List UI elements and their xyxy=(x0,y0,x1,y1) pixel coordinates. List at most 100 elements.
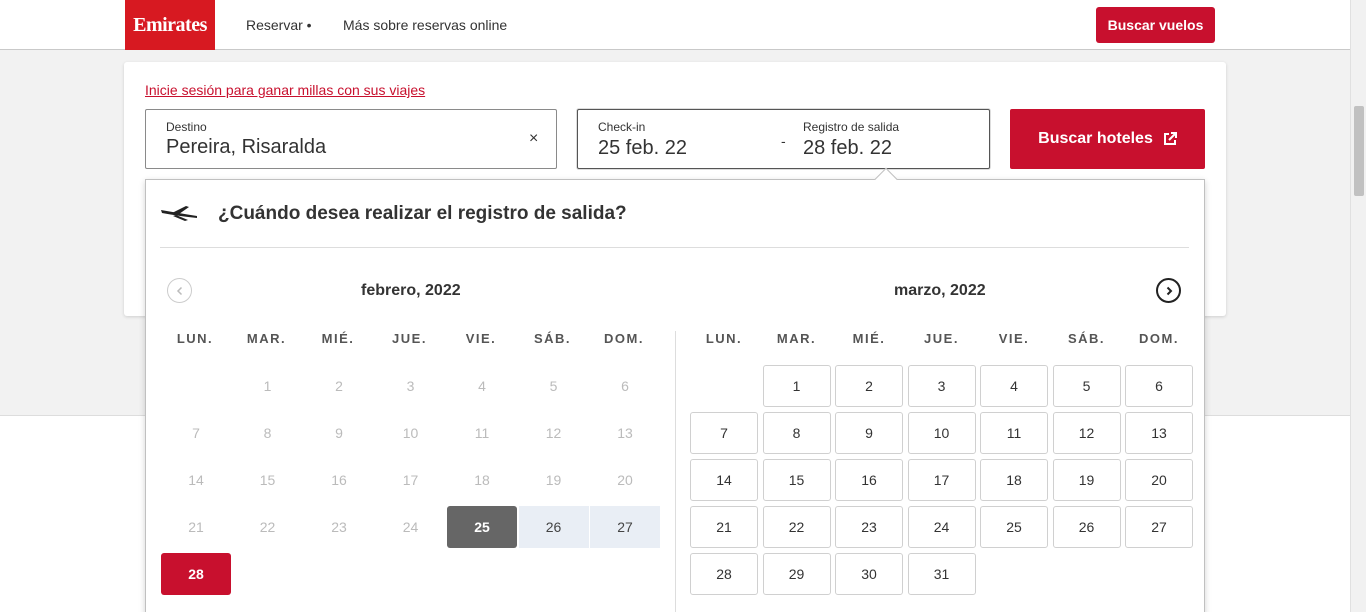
calendar-day-feb: 22 xyxy=(259,519,276,535)
calendar-day-feb[interactable]: 28 xyxy=(161,553,231,595)
checkin-value[interactable]: 25 feb. 22 xyxy=(598,137,687,160)
calendar-day-feb: 6 xyxy=(621,378,629,394)
destination-field[interactable]: Destino Pereira, Risaralda × xyxy=(145,109,557,169)
date-range-field[interactable]: Check-in 25 feb. 22 - Registro de salida… xyxy=(577,109,990,169)
weekday-label-feb: MIÉ. xyxy=(321,331,355,346)
prev-month-button[interactable] xyxy=(167,278,192,303)
calendar-day-mar[interactable]: 28 xyxy=(690,553,758,595)
scrollbar[interactable] xyxy=(1350,0,1366,612)
weekday-label-feb: SÁB. xyxy=(533,331,572,346)
calendar-day-feb[interactable]: 27 xyxy=(590,506,660,548)
emirates-logo[interactable]: Emirates xyxy=(125,0,215,50)
date-separator: - xyxy=(781,133,786,149)
calendar-day-feb: 12 xyxy=(545,425,562,441)
calendar-day-mar[interactable]: 3 xyxy=(907,365,976,407)
calendar-day-mar[interactable]: 26 xyxy=(1052,506,1121,548)
weekday-label-mar: DOM. xyxy=(1139,331,1179,346)
calendar-day-feb: 11 xyxy=(474,425,490,441)
calendar-day-mar[interactable]: 29 xyxy=(762,553,831,595)
popup-divider xyxy=(160,247,1189,248)
calendar-day-mar[interactable]: 8 xyxy=(762,412,831,454)
calendar-day-feb[interactable]: 25 xyxy=(447,506,517,548)
calendar-day-feb: 24 xyxy=(402,519,419,535)
nav-reservar[interactable]: Reservar • xyxy=(246,17,312,33)
calendar-day-mar[interactable]: 19 xyxy=(1052,459,1121,501)
top-header: Emirates Reservar • Más sobre reservas o… xyxy=(0,0,1350,50)
calendar-day-mar[interactable]: 6 xyxy=(1125,365,1193,407)
search-hotels-label: Buscar hoteles xyxy=(1038,130,1153,147)
calendar-day-mar[interactable]: 21 xyxy=(690,506,758,548)
calendar-day-mar[interactable]: 22 xyxy=(762,506,831,548)
external-link-icon xyxy=(1163,132,1177,145)
calendar-day-mar[interactable]: 9 xyxy=(835,412,903,454)
weekday-label-feb: DOM. xyxy=(604,331,644,346)
calendar-day-mar[interactable]: 24 xyxy=(907,506,976,548)
calendar-day-mar[interactable]: 23 xyxy=(835,506,903,548)
calendar-day-mar[interactable]: 31 xyxy=(907,553,976,595)
calendar-day-feb: 16 xyxy=(331,472,347,488)
calendar-day-feb: 17 xyxy=(402,472,419,488)
weekday-label-mar: MAR. xyxy=(776,331,817,346)
weekday-label-feb: LUN. xyxy=(176,331,214,346)
weekday-label-mar: VIE. xyxy=(998,331,1030,346)
calendar-day-feb: 23 xyxy=(331,519,347,535)
calendar-day-mar[interactable]: 13 xyxy=(1125,412,1193,454)
calendar-day-mar[interactable]: 5 xyxy=(1052,365,1121,407)
calendar-day-mar[interactable]: 30 xyxy=(835,553,903,595)
weekday-label-mar: SÁB. xyxy=(1067,331,1106,346)
calendar-day-feb: 1 xyxy=(263,378,272,394)
calendar-day-mar[interactable]: 10 xyxy=(907,412,976,454)
calendar-day-mar[interactable]: 7 xyxy=(690,412,758,454)
calendar-day-mar[interactable]: 1 xyxy=(762,365,831,407)
calendar-day-feb: 15 xyxy=(259,472,276,488)
calendar-day-mar[interactable]: 12 xyxy=(1052,412,1121,454)
month-title-feb: febrero, 2022 xyxy=(361,282,461,299)
calendar-day-mar[interactable]: 4 xyxy=(980,365,1048,407)
calendar-day-feb: 10 xyxy=(402,425,419,441)
calendar-day-feb: 18 xyxy=(474,472,490,488)
scrollbar-thumb[interactable] xyxy=(1354,106,1364,196)
checkin-label: Check-in xyxy=(598,120,646,134)
calendar-day-feb: 8 xyxy=(263,425,272,441)
calendar-day-feb: 19 xyxy=(545,472,562,488)
calendar-day-feb: 20 xyxy=(617,472,633,488)
calendar-day-mar[interactable]: 11 xyxy=(980,412,1048,454)
calendar-day-mar[interactable]: 17 xyxy=(907,459,976,501)
calendar-day-feb: 9 xyxy=(335,425,343,441)
weekday-label-feb: MAR. xyxy=(246,331,287,346)
destination-value[interactable]: Pereira, Risaralda xyxy=(166,136,326,159)
calendar-day-mar[interactable]: 25 xyxy=(980,506,1048,548)
calendar-day-feb: 5 xyxy=(549,378,558,394)
calendar-day-feb: 3 xyxy=(406,378,415,394)
calendar-day-mar[interactable]: 15 xyxy=(762,459,831,501)
calendar-day-feb: 4 xyxy=(478,378,486,394)
checkout-label: Registro de salida xyxy=(803,120,900,134)
calendar-divider xyxy=(675,331,676,612)
weekday-label-feb: VIE. xyxy=(465,331,497,346)
month-title-mar: marzo, 2022 xyxy=(894,282,986,299)
calendar-question: ¿Cuándo desea realizar el registro de sa… xyxy=(218,203,627,224)
calendar-day-feb: 13 xyxy=(617,425,633,441)
next-month-button[interactable] xyxy=(1156,278,1181,303)
calendar-day-feb: 21 xyxy=(188,519,204,535)
calendar-day-mar[interactable]: 2 xyxy=(835,365,903,407)
calendar-day-feb: 7 xyxy=(192,425,200,441)
calendar-day-feb: 2 xyxy=(335,378,343,394)
weekday-label-feb: JUE. xyxy=(392,331,427,346)
signin-link[interactable]: Inicie sesión para ganar millas con sus … xyxy=(145,82,425,98)
calendar-day-feb: 14 xyxy=(188,472,204,488)
search-flights-button[interactable]: Buscar vuelos xyxy=(1096,7,1215,43)
calendar-day-mar[interactable]: 27 xyxy=(1125,506,1193,548)
chevron-left-icon xyxy=(176,286,182,295)
search-hotels-button[interactable]: Buscar hoteles xyxy=(1010,109,1205,169)
calendar-day-mar[interactable]: 16 xyxy=(835,459,903,501)
calendar-day-mar[interactable]: 14 xyxy=(690,459,758,501)
checkout-value[interactable]: 28 feb. 22 xyxy=(803,137,892,160)
weekday-label-mar: JUE. xyxy=(924,331,959,346)
calendar-day-feb[interactable]: 26 xyxy=(518,506,589,548)
weekday-label-mar: MIÉ. xyxy=(852,331,886,346)
calendar-day-mar[interactable]: 18 xyxy=(980,459,1048,501)
nav-mas-sobre-reservas[interactable]: Más sobre reservas online xyxy=(343,17,507,33)
calendar-day-mar[interactable]: 20 xyxy=(1125,459,1193,501)
clear-destination-icon[interactable]: × xyxy=(529,130,538,148)
